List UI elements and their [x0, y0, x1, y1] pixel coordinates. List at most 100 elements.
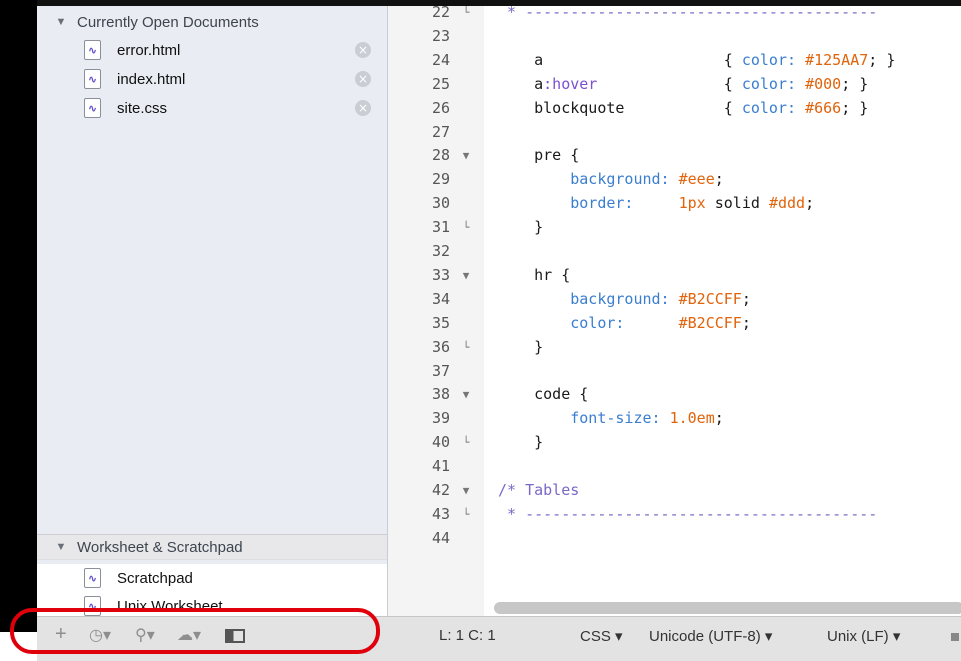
code-text: } — [498, 337, 544, 356]
app-window: ▼ Currently Open Documents ∿ error.html × ∿… — [0, 0, 961, 661]
code-line: 22 └ * ----------------------------------… — [388, 6, 961, 25]
line-number: 23 — [431, 26, 450, 45]
code-text: pre { — [498, 146, 580, 165]
fold-toggle-icon[interactable]: ▼ — [458, 383, 474, 407]
code-text: border: 1px solid #ddd; — [570, 194, 815, 213]
code-line: 31 └ } — [388, 216, 961, 240]
fold-end-icon[interactable]: └ — [458, 503, 474, 527]
close-document-icon[interactable]: × — [355, 42, 371, 58]
overflow-indicator-icon — [951, 633, 959, 641]
line-number: 31 — [431, 218, 450, 237]
annotation-highlight-oval — [10, 608, 380, 654]
code-text: background: #B2CCFF; — [570, 289, 751, 308]
code-line: 29 background: #eee; — [388, 168, 961, 192]
line-number: 37 — [431, 361, 450, 380]
horizontal-scrollbar[interactable] — [494, 602, 961, 614]
document-icon: ∿ — [84, 98, 101, 118]
code-line: 43 └ * ----------------------------------… — [388, 503, 961, 527]
code-text: /* Tables — [498, 481, 580, 499]
code-line: 40 └ } — [388, 431, 961, 455]
code-line: 23 — [388, 25, 961, 49]
code-text: color: #B2CCFF; — [570, 313, 751, 332]
code-text: } — [498, 218, 544, 237]
line-number: 22 — [431, 6, 450, 21]
line-number: 42 — [431, 481, 450, 499]
document-icon: ∿ — [84, 40, 101, 60]
fold-end-icon[interactable]: └ — [458, 6, 474, 25]
fold-toggle-icon[interactable]: ▼ — [458, 479, 474, 503]
code-text: font-size: 1.0em; — [570, 409, 724, 428]
code-line: 36 └ } — [388, 336, 961, 360]
line-number: 39 — [431, 409, 450, 428]
fold-end-icon[interactable]: └ — [458, 216, 474, 240]
open-document-item[interactable]: ∿ index.html × — [37, 65, 387, 93]
code-line: 38 ▼ code { — [388, 383, 961, 407]
close-document-icon[interactable]: × — [355, 100, 371, 116]
line-number: 26 — [431, 98, 450, 117]
disclosure-triangle-icon[interactable]: ▼ — [53, 541, 69, 553]
documents-sidebar: ▼ Currently Open Documents ∿ error.html × ∿… — [37, 6, 388, 616]
language-label: CSS — [580, 628, 611, 645]
code-line: 42 ▼ /* Tables — [388, 479, 961, 503]
code-line: 33 ▼ hr { — [388, 264, 961, 288]
line-number: 32 — [431, 242, 450, 260]
code-line: 32 — [388, 240, 961, 264]
code-line: 34 background: #B2CCFF; — [388, 288, 961, 312]
line-number: 38 — [431, 385, 450, 404]
code-line: 41 — [388, 455, 961, 479]
language-menu[interactable]: CSS ▾ — [580, 627, 623, 645]
code-line: 27 — [388, 121, 961, 145]
fold-end-icon[interactable]: └ — [458, 336, 474, 360]
code-text: } — [498, 433, 544, 452]
open-document-item[interactable]: ∿ site.css × — [37, 94, 387, 122]
document-icon: ∿ — [84, 568, 101, 588]
document-name: site.css — [117, 100, 168, 117]
left-edge — [0, 0, 37, 632]
open-documents-header[interactable]: ▼ Currently Open Documents — [37, 10, 387, 34]
code-line: 35 color: #B2CCFF; — [388, 312, 961, 336]
fold-toggle-icon[interactable]: ▼ — [458, 264, 474, 288]
document-name: index.html — [117, 71, 186, 88]
code-line: 37 — [388, 360, 961, 384]
fold-end-icon[interactable]: └ — [458, 431, 474, 455]
encoding-menu[interactable]: Unicode (UTF-8) ▾ — [649, 627, 772, 645]
line-number: 36 — [431, 337, 450, 356]
line-endings-label: Unix (LF) — [827, 628, 889, 645]
line-number: 43 — [431, 504, 450, 523]
line-number: 34 — [431, 289, 450, 308]
code-line: 30 border: 1px solid #ddd; — [388, 192, 961, 216]
fold-toggle-icon[interactable]: ▼ — [458, 144, 474, 168]
line-number: 40 — [431, 433, 450, 452]
code-editor[interactable]: 22 └ * ----------------------------------… — [388, 6, 961, 616]
code-line: 25 a:hover { color: #000; } — [388, 73, 961, 97]
worksheet-item[interactable]: ∿ Scratchpad — [37, 564, 387, 592]
code-line: 26 blockquote { color: #666; } — [388, 97, 961, 121]
line-number: 25 — [431, 74, 450, 93]
worksheet-name: Scratchpad — [117, 570, 193, 587]
line-number: 24 — [431, 50, 450, 69]
code-line: 28 ▼ pre { — [388, 144, 961, 168]
code-text: * --------------------------------------… — [498, 6, 878, 21]
line-number: 35 — [431, 313, 450, 332]
worksheet-header[interactable]: ▼ Worksheet & Scratchpad — [37, 534, 387, 560]
close-document-icon[interactable]: × — [355, 71, 371, 87]
code-line: 39 font-size: 1.0em; — [388, 407, 961, 431]
line-number: 41 — [431, 457, 450, 476]
line-number: 44 — [431, 528, 450, 547]
encoding-label: Unicode (UTF-8) — [649, 628, 761, 645]
code-text: a { color: #125AA7; } — [498, 50, 896, 69]
code-text: background: #eee; — [570, 170, 724, 189]
line-number: 29 — [431, 170, 450, 189]
line-number: 33 — [431, 265, 450, 284]
code-text: a:hover { color: #000; } — [498, 74, 869, 93]
line-endings-menu[interactable]: Unix (LF) ▾ — [827, 627, 900, 645]
document-icon: ∿ — [84, 69, 101, 89]
line-number: 28 — [431, 146, 450, 165]
open-document-item[interactable]: ∿ error.html × — [37, 36, 387, 64]
code-line: 44 — [388, 527, 961, 551]
code-text: hr { — [498, 265, 571, 284]
disclosure-triangle-icon[interactable]: ▼ — [53, 16, 69, 28]
document-name: error.html — [117, 42, 181, 59]
line-number: 27 — [431, 122, 450, 141]
code-text: * --------------------------------------… — [498, 504, 878, 523]
